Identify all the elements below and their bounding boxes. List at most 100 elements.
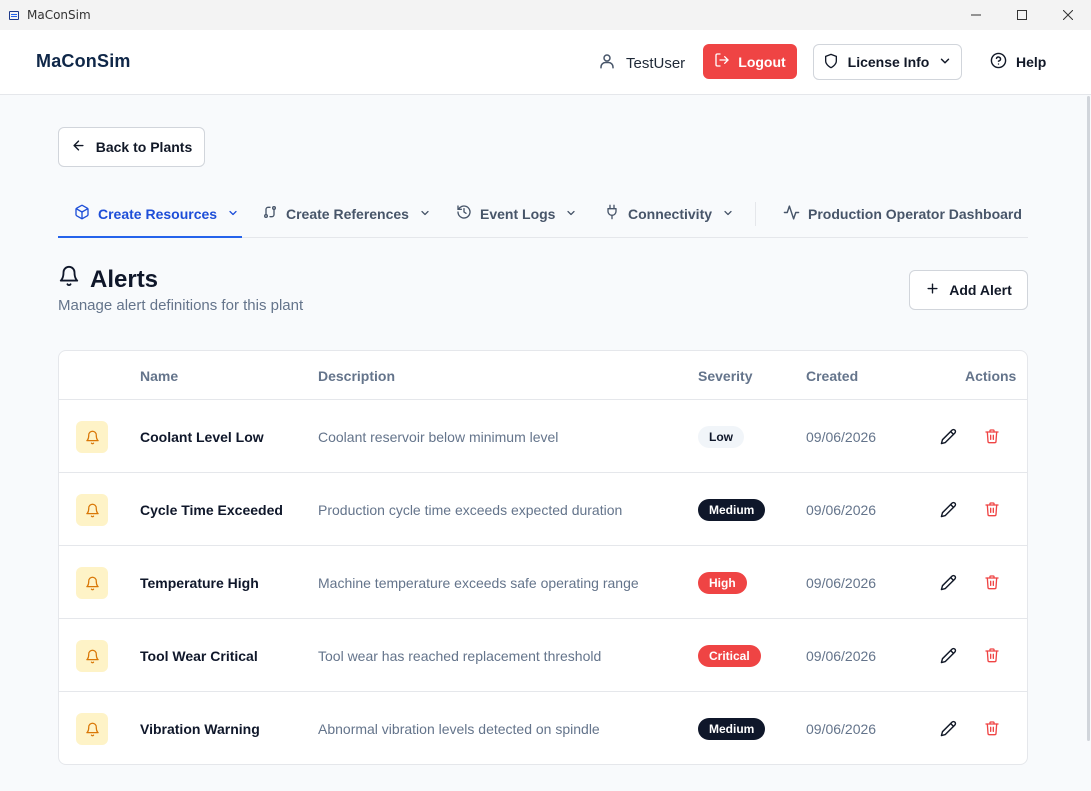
tab-event-logs[interactable]: Event Logs [456, 190, 577, 237]
app-header: MaConSim TestUser Logout License Info He… [0, 30, 1091, 95]
trash-icon[interactable] [982, 426, 1002, 446]
edit-icon[interactable] [938, 645, 958, 665]
page-title-text: Alerts [90, 265, 159, 293]
severity-badge: Critical [698, 645, 761, 667]
alert-bell-icon [76, 713, 108, 745]
shield-icon [823, 53, 839, 72]
edit-icon[interactable] [938, 572, 958, 592]
cube-icon [74, 204, 90, 223]
column-header-created[interactable]: Created [806, 368, 858, 384]
back-to-plants-button[interactable]: Back to Plants [58, 127, 205, 167]
tab-label: Production Operator Dashboard [808, 205, 1022, 222]
user-icon [598, 52, 616, 74]
chevron-down-icon [722, 206, 734, 222]
column-header-severity[interactable]: Severity [698, 368, 752, 384]
add-alert-button[interactable]: Add Alert [909, 270, 1028, 310]
tab-label: Connectivity [628, 205, 713, 222]
trash-icon[interactable] [982, 718, 1002, 738]
chevron-down-icon [227, 206, 239, 222]
tab-divider [755, 202, 756, 226]
page-subtitle: Manage alert definitions for this plant [58, 297, 304, 314]
history-icon [456, 204, 472, 223]
title-bar: MaConSim [0, 0, 1091, 30]
alert-name: Tool Wear Critical [140, 648, 258, 664]
brand-logo[interactable]: MaConSim [36, 51, 131, 72]
close-window-button[interactable] [1045, 0, 1091, 30]
column-header-actions: Actions [965, 368, 1017, 384]
alert-bell-icon [76, 567, 108, 599]
trash-icon[interactable] [982, 499, 1002, 519]
tab-bar: Create Resources Create References Event… [58, 190, 1028, 238]
alert-created-date: 09/06/2026 [806, 721, 877, 737]
alert-created-date: 09/06/2026 [806, 648, 877, 664]
alert-bell-icon [76, 421, 108, 453]
alert-description: Abnormal vibration levels detected on sp… [318, 721, 600, 737]
chevron-down-icon [938, 54, 952, 71]
edit-icon[interactable] [938, 499, 958, 519]
user-info: TestUser [598, 52, 685, 74]
bell-icon [58, 265, 80, 294]
alert-created-date: 09/06/2026 [806, 502, 877, 518]
tab-label: Event Logs [480, 205, 556, 222]
table-row[interactable]: Tool Wear Critical Tool wear has reached… [59, 619, 1027, 692]
back-label: Back to Plants [95, 139, 193, 155]
column-header-description[interactable]: Description [318, 368, 395, 384]
tab-label: Create Resources [98, 205, 218, 222]
plus-icon [925, 281, 940, 299]
activity-icon [783, 204, 800, 224]
help-icon [990, 52, 1007, 72]
window-title: MaConSim [27, 8, 91, 22]
table-row[interactable]: Temperature High Machine temperature exc… [59, 546, 1027, 619]
page-title: Alerts [58, 265, 158, 294]
alert-bell-icon [76, 640, 108, 672]
logout-icon [714, 52, 730, 71]
edit-icon[interactable] [938, 426, 958, 446]
alert-description: Coolant reservoir below minimum level [318, 429, 559, 445]
alert-name: Temperature High [140, 575, 259, 591]
plug-icon [604, 204, 620, 223]
tab-connectivity[interactable]: Connectivity [604, 190, 734, 237]
alerts-table: Name Description Severity Created Action… [58, 350, 1028, 765]
tab-create-references[interactable]: Create References [262, 190, 431, 237]
severity-badge: High [698, 572, 747, 594]
alert-created-date: 09/06/2026 [806, 575, 877, 591]
help-label: Help [1016, 54, 1047, 70]
add-alert-label: Add Alert [949, 282, 1012, 298]
column-header-name[interactable]: Name [140, 368, 178, 384]
severity-badge: Medium [698, 499, 766, 521]
alert-description: Machine temperature exceeds safe operati… [318, 575, 639, 591]
table-row[interactable]: Vibration Warning Abnormal vibration lev… [59, 692, 1027, 764]
scrollbar[interactable] [1087, 96, 1090, 741]
alert-description: Tool wear has reached replacement thresh… [318, 648, 602, 664]
alert-bell-icon [76, 494, 108, 526]
table-row[interactable]: Cycle Time Exceeded Production cycle tim… [59, 473, 1027, 546]
trash-icon[interactable] [982, 572, 1002, 592]
arrow-left-icon [71, 138, 86, 156]
window-controls [953, 0, 1091, 30]
chevron-down-icon [419, 206, 431, 222]
license-label: License Info [847, 54, 930, 70]
tab-label: Create References [286, 205, 409, 222]
username: TestUser [626, 54, 686, 72]
tab-create-resources[interactable]: Create Resources [58, 190, 242, 238]
alert-name: Vibration Warning [140, 721, 260, 737]
logout-label: Logout [738, 53, 786, 70]
alert-description: Production cycle time exceeds expected d… [318, 502, 623, 518]
license-info-button[interactable]: License Info [813, 44, 962, 80]
trash-icon[interactable] [982, 645, 1002, 665]
chevron-down-icon [565, 206, 577, 222]
alert-name: Cycle Time Exceeded [140, 502, 283, 518]
minimize-button[interactable] [953, 0, 999, 30]
tab-production-operator-dashboard[interactable]: Production Operator Dashboard [783, 190, 1022, 237]
logout-button[interactable]: Logout [703, 44, 797, 79]
maximize-button[interactable] [999, 0, 1045, 30]
link-icon [262, 204, 278, 223]
table-row[interactable]: Coolant Level Low Coolant reservoir belo… [59, 400, 1027, 473]
severity-badge: Medium [698, 718, 766, 740]
table-header: Name Description Severity Created Action… [59, 351, 1027, 400]
severity-badge: Low [698, 426, 744, 448]
app-icon [9, 10, 19, 20]
help-button[interactable]: Help [990, 52, 1046, 72]
alert-created-date: 09/06/2026 [806, 429, 877, 445]
edit-icon[interactable] [938, 718, 958, 738]
